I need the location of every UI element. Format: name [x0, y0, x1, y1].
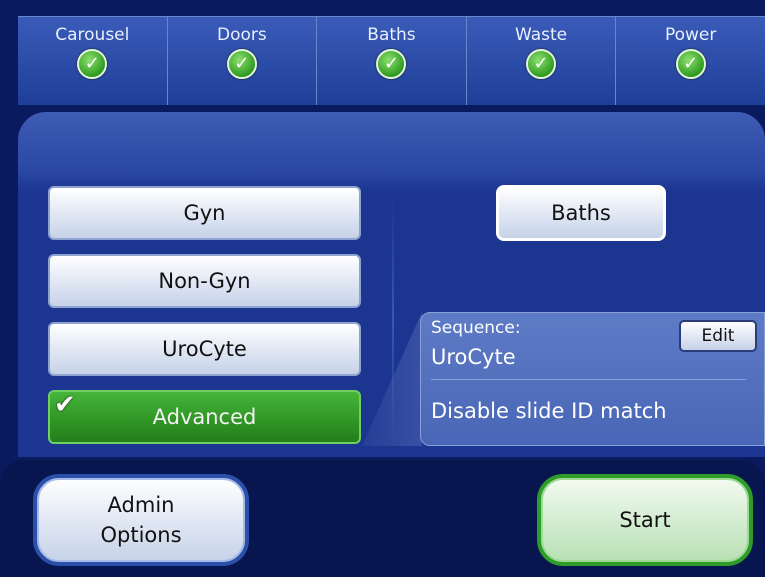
sequence-value: UroCyte: [431, 345, 516, 369]
sequence-separator: [431, 379, 746, 380]
instrument-screen: Carousel ✓ Doors ✓ Baths ✓ Waste ✓ Power…: [0, 0, 765, 577]
status-carousel: Carousel ✓: [18, 17, 168, 105]
check-circle-icon: ✓: [226, 49, 257, 79]
sequence-option: Disable slide ID match: [431, 399, 667, 423]
admin-label-line1: Admin: [107, 492, 175, 517]
admin-label-line2: Options: [100, 523, 182, 547]
advanced-label: Advanced: [152, 405, 257, 429]
gyn-button[interactable]: Gyn: [48, 186, 361, 240]
check-circle-icon: ✓: [77, 49, 108, 79]
status-power: Power ✓: [616, 17, 765, 105]
start-button[interactable]: Start: [537, 474, 753, 566]
status-bar: Carousel ✓ Doors ✓ Baths ✓ Waste ✓ Power…: [18, 16, 765, 105]
advanced-button[interactable]: ✔ Advanced: [48, 390, 361, 444]
sequence-label: Sequence:: [431, 318, 521, 338]
status-label: Baths: [367, 25, 416, 45]
edit-sequence-button[interactable]: Edit: [679, 320, 757, 352]
status-doors: Doors ✓: [167, 17, 318, 105]
status-label: Power: [664, 25, 717, 45]
sequence-panel: Sequence: UroCyte Edit Disable slide ID …: [420, 312, 765, 446]
status-label: Carousel: [55, 25, 130, 45]
non-gyn-button[interactable]: Non-Gyn: [48, 254, 361, 308]
status-waste: Waste ✓: [466, 17, 617, 105]
status-label: Waste: [515, 25, 568, 45]
urocyte-button[interactable]: UroCyte: [48, 322, 361, 376]
checkmark-icon: ✔: [54, 390, 76, 420]
status-label: Doors: [217, 25, 267, 45]
baths-button[interactable]: Baths: [496, 185, 666, 241]
check-circle-icon: ✓: [675, 49, 706, 79]
check-circle-icon: ✓: [376, 49, 407, 79]
status-baths: Baths ✓: [317, 17, 467, 105]
check-circle-icon: ✓: [526, 49, 557, 79]
admin-options-button[interactable]: Admin Options: [33, 474, 249, 566]
